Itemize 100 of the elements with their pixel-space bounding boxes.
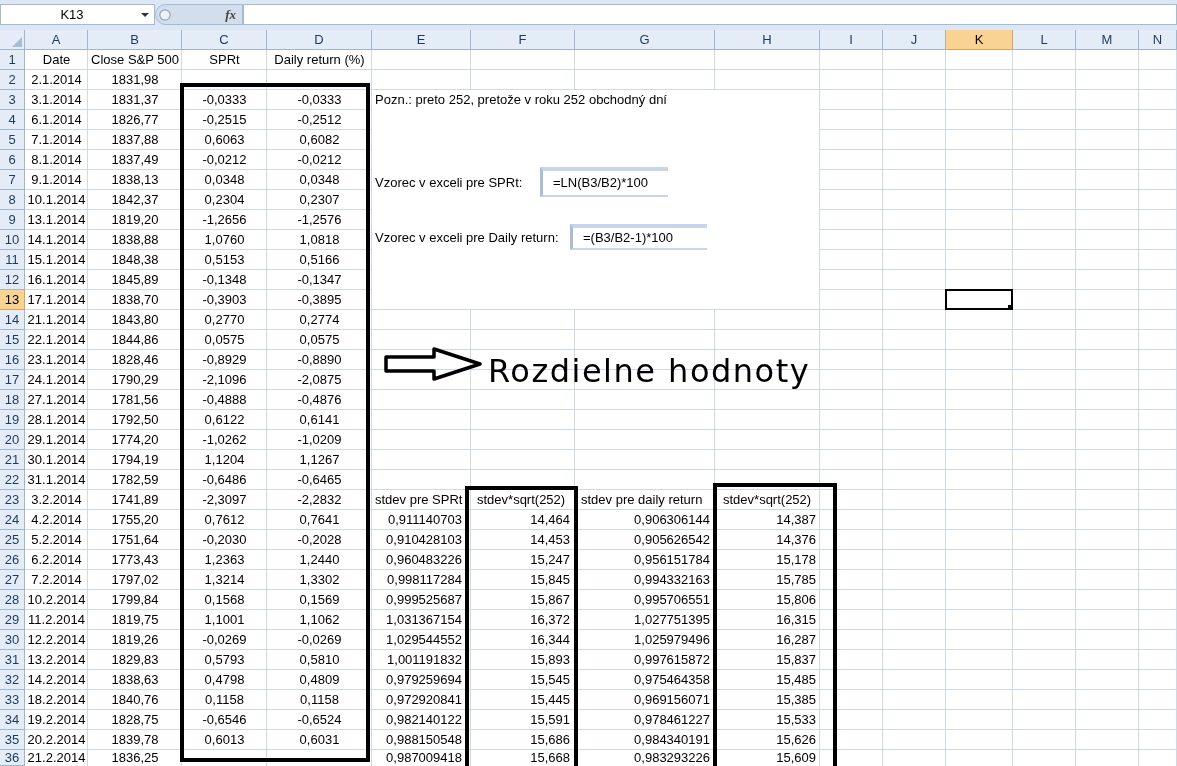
column-heading: Date [41, 51, 72, 70]
row-header[interactable]: 28 [0, 590, 25, 610]
table-cell-text: 0,956151784 [633, 551, 711, 570]
table-cell-text: 15,686 [529, 731, 571, 750]
row-header[interactable]: 31 [0, 650, 25, 670]
table-cell-text: -2,2832 [296, 491, 343, 510]
row-header[interactable]: 1 [0, 50, 25, 70]
column-header[interactable]: M [1076, 30, 1139, 50]
table-cell-text: 1840,76 [110, 691, 160, 710]
row-header[interactable]: 10 [0, 230, 25, 250]
row-header[interactable]: 8 [0, 190, 25, 210]
column-header[interactable]: D [267, 30, 372, 50]
table-cell-text: -0,6486 [201, 471, 248, 490]
row-header[interactable]: 18 [0, 390, 25, 410]
row-header[interactable]: 19 [0, 410, 25, 430]
table-cell-text: 1848,38 [110, 251, 160, 270]
formula-input[interactable] [243, 4, 1177, 25]
row-header[interactable]: 11 [0, 250, 25, 270]
row-header[interactable]: 33 [0, 690, 25, 710]
row-header[interactable]: 16 [0, 350, 25, 370]
row-header[interactable]: 24 [0, 510, 25, 530]
column-header[interactable]: N [1139, 30, 1177, 50]
row-header[interactable]: 14 [0, 310, 25, 330]
row-header[interactable]: 4 [0, 110, 25, 130]
table-cell-text: 0,2774 [298, 311, 341, 330]
table-cell-text: 1837,88 [110, 131, 160, 150]
name-box[interactable]: K13 [0, 4, 155, 25]
row-header[interactable]: 22 [0, 470, 25, 490]
table-cell-text: -0,4888 [201, 391, 248, 410]
column-header[interactable]: F [471, 30, 575, 50]
table-cell-text: 24.1.2014 [26, 371, 87, 390]
row-header[interactable]: 32 [0, 670, 25, 690]
table-cell-text: 0,0575 [203, 331, 246, 350]
table-cell-text: 0,1569 [298, 591, 341, 610]
table-cell-text: 14.2.2014 [26, 671, 87, 690]
row-header[interactable]: 36 [0, 750, 25, 766]
row-header[interactable]: 17 [0, 370, 25, 390]
table-cell-text: 14,453 [529, 531, 571, 550]
table-cell-text: 1781,56 [110, 391, 160, 410]
table-cell-text: 0,6031 [298, 731, 341, 750]
row-header[interactable]: 26 [0, 550, 25, 570]
row-header[interactable]: 9 [0, 210, 25, 230]
table-cell-text: 6.2.2014 [30, 551, 83, 570]
table-cell-text: 3.2.2014 [30, 491, 83, 510]
insert-function-button[interactable]: fx [223, 8, 238, 21]
table-cell-text: -0,6546 [201, 711, 248, 730]
table-cell-text: 27.1.2014 [26, 391, 87, 410]
column-header[interactable]: G [575, 30, 715, 50]
column-header[interactable]: I [820, 30, 883, 50]
table-cell-text: 1,3214 [203, 571, 246, 590]
table-cell-text: 15,668 [529, 750, 571, 766]
row-header[interactable]: 12 [0, 270, 25, 290]
fill-handle[interactable] [1008, 305, 1013, 310]
column-header[interactable]: B [88, 30, 182, 50]
row-header[interactable]: 6 [0, 150, 25, 170]
table-cell-text: 0,911140703 [387, 511, 463, 530]
row-header[interactable]: 2 [0, 70, 25, 90]
row-header[interactable]: 25 [0, 530, 25, 550]
row-header[interactable]: 15 [0, 330, 25, 350]
table-cell-text: -0,2515 [201, 111, 248, 130]
table-cell-text: -0,0269 [201, 631, 248, 650]
row-header[interactable]: 3 [0, 90, 25, 110]
row-header[interactable]: 5 [0, 130, 25, 150]
table-cell-text: 19.2.2014 [26, 711, 87, 730]
row-header[interactable]: 27 [0, 570, 25, 590]
table-cell-text: 1,3302 [298, 571, 341, 590]
table-cell-text: 16,315 [775, 611, 817, 630]
row-header[interactable]: 7 [0, 170, 25, 190]
table-cell-text: 11.2.2014 [27, 611, 86, 630]
table-cell-text: 15,609 [775, 750, 817, 766]
row-header[interactable]: 21 [0, 450, 25, 470]
column-header[interactable]: K [946, 30, 1013, 50]
row-header[interactable]: 34 [0, 710, 25, 730]
table-cell-text: 0,4809 [298, 671, 341, 690]
column-header[interactable]: H [715, 30, 820, 50]
table-cell-text: 15,893 [529, 651, 571, 670]
table-cell-text: -1,2576 [296, 211, 343, 230]
column-header[interactable]: A [25, 30, 88, 50]
table-cell-text: -0,0333 [296, 91, 343, 110]
table-cell-text: 0,997615872 [633, 651, 711, 670]
column-heading: SPRt [208, 51, 241, 70]
column-header[interactable]: J [883, 30, 946, 50]
row-header[interactable]: 20 [0, 430, 25, 450]
row-header[interactable]: 30 [0, 630, 25, 650]
table-cell-text: -0,0333 [201, 91, 248, 110]
row-header[interactable]: 29 [0, 610, 25, 630]
table-cell-text: 0,960483226 [385, 551, 463, 570]
row-header[interactable]: 23 [0, 490, 25, 510]
row-header[interactable]: 35 [0, 730, 25, 750]
table-cell-text: 1794,19 [110, 451, 160, 470]
table-cell-text: 1,025979496 [633, 631, 711, 650]
column-header[interactable]: E [372, 30, 471, 50]
column-header[interactable]: C [182, 30, 267, 50]
formula-label: Vzorec v exceli pre SPRt: [375, 175, 523, 190]
table-cell-text: 10.1.2014 [26, 191, 87, 210]
table-cell-text: -1,2656 [201, 211, 248, 230]
row-header[interactable]: 13 [0, 290, 25, 310]
column-heading: Daily return (%) [273, 51, 366, 70]
column-header[interactable]: L [1013, 30, 1076, 50]
select-all-button[interactable] [0, 30, 25, 50]
